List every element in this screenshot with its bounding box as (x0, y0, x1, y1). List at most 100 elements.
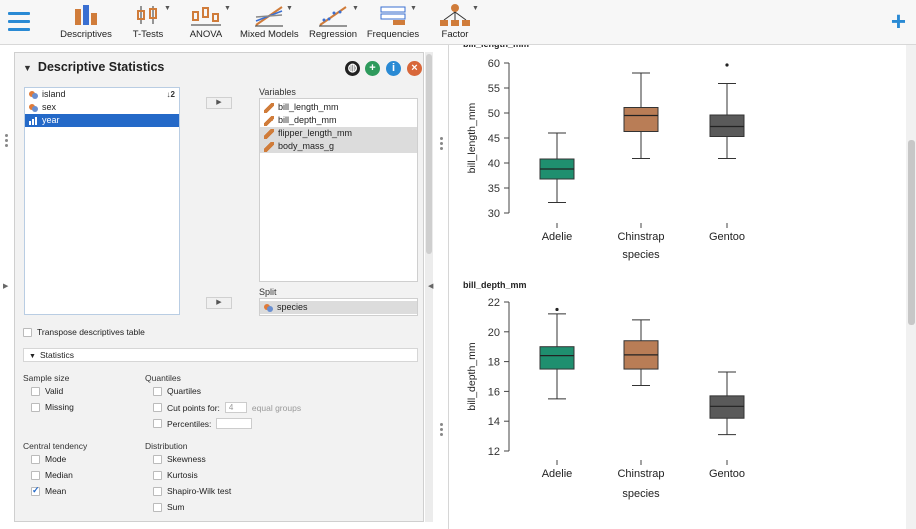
x-axis-label: species (622, 249, 660, 261)
descriptives-button[interactable]: Descriptives (60, 3, 112, 43)
sort-icon[interactable]: ↓2 (167, 90, 175, 99)
list-item-bill-depth[interactable]: bill_depth_mm (260, 114, 417, 127)
close-analysis-icon[interactable]: × (407, 61, 422, 76)
ttests-icon (137, 6, 157, 24)
list-item-flipper-length[interactable]: flipper_length_mm (260, 127, 417, 140)
valid-checkbox[interactable] (31, 386, 40, 396)
factor-button[interactable]: ▼ Factor (436, 3, 479, 43)
list-item-year[interactable]: year (25, 114, 179, 127)
x-tick-label: Adelie (542, 231, 573, 243)
collapse-icon[interactable]: ▼ (23, 63, 32, 73)
list-item-island[interactable]: island (25, 88, 179, 101)
median-checkbox[interactable] (31, 470, 40, 480)
shapiro-option[interactable]: Shapiro-Wilk test (153, 486, 231, 496)
splitter-grip-bottom[interactable] (440, 423, 444, 438)
list-item-sex[interactable]: sex (25, 101, 179, 114)
variable-name: species (277, 302, 308, 312)
percentiles-input[interactable] (216, 418, 253, 429)
variable-name: bill_depth_mm (278, 115, 337, 125)
mean-option[interactable]: Mean (31, 485, 67, 496)
app-window: Descriptives ▼ T-Tests ▼ ANOVA ▼ Mixed M… (0, 0, 916, 529)
section-collapse-icon: ▼ (29, 353, 36, 360)
variable-name: sex (42, 102, 57, 112)
percentiles-checkbox[interactable] (153, 419, 162, 428)
results-scroll-thumb[interactable] (908, 140, 915, 325)
quartiles-label: Quartiles (167, 386, 202, 396)
factor-icon (440, 4, 470, 26)
percentiles-option[interactable]: Percentiles: (153, 418, 253, 429)
variable-name: island (42, 89, 66, 99)
mixed-models-caret-icon: ▼ (286, 5, 293, 12)
mean-label: Mean (45, 486, 67, 496)
statistics-section-header[interactable]: ▼ Statistics (23, 348, 418, 362)
options-scroll-thumb[interactable] (426, 54, 432, 254)
move-to-split-button[interactable]: ▶ (206, 297, 232, 309)
cut-points-input[interactable]: 4 (224, 402, 247, 413)
ribbon-toolbar: Descriptives ▼ T-Tests ▼ ANOVA ▼ Mixed M… (0, 0, 916, 45)
mode-option[interactable]: Mode (31, 454, 66, 464)
add-module-button[interactable]: + (891, 8, 906, 34)
sample-size-heading: Sample size (23, 373, 70, 383)
box-gentoo (709, 395, 745, 419)
sum-option[interactable]: Sum (153, 502, 184, 512)
anova-icon (191, 7, 221, 26)
quartiles-checkbox[interactable] (153, 386, 162, 396)
y-tick-label: 55 (488, 83, 500, 95)
skewness-option[interactable]: Skewness (153, 454, 206, 464)
y-tick-label: 22 (488, 297, 500, 309)
skewness-checkbox[interactable] (153, 454, 162, 464)
available-variables-list[interactable]: island sex year ↓2 (24, 87, 180, 315)
frequencies-caret-icon: ▼ (410, 5, 417, 12)
x-tick-label: Gentoo (709, 468, 745, 480)
cut-points-option[interactable]: Cut points for: 4 equal groups (153, 402, 301, 413)
split-list[interactable]: species (259, 298, 418, 316)
sum-checkbox[interactable] (153, 502, 162, 512)
anova-button[interactable]: ▼ ANOVA (188, 3, 231, 43)
nominal-icon (29, 90, 38, 99)
list-item-bill-length[interactable]: bill_length_mm (260, 101, 417, 114)
regression-button[interactable]: ▼ Regression (308, 3, 359, 43)
info-icon[interactable]: i (386, 61, 401, 76)
list-item-body-mass[interactable]: body_mass_g (260, 140, 417, 153)
collapse-splitter-icon[interactable]: ◀ (428, 282, 433, 290)
transpose-option[interactable]: Transpose descriptives table (23, 327, 145, 337)
left-edge-grip[interactable] (5, 134, 9, 149)
expand-left-icon[interactable]: ▶ (3, 282, 8, 290)
cut-points-label: Cut points for: (167, 402, 220, 413)
descriptives-label: Descriptives (60, 29, 112, 40)
splitter-grip-top[interactable] (440, 137, 444, 152)
scale-icon (264, 141, 274, 152)
shapiro-label: Shapiro-Wilk test (167, 486, 232, 496)
duplicate-icon[interactable]: ◍ (345, 61, 360, 76)
nominal-icon (29, 103, 38, 112)
kurtosis-checkbox[interactable] (153, 470, 162, 480)
mixed-models-label: Mixed Models (240, 29, 299, 40)
mean-checkbox[interactable] (31, 485, 40, 496)
kurtosis-option[interactable]: Kurtosis (153, 470, 198, 480)
shapiro-checkbox[interactable] (153, 486, 162, 496)
mixed-models-button[interactable]: ▼ Mixed Models (240, 3, 299, 43)
menu-icon[interactable] (8, 12, 30, 32)
variables-list[interactable]: bill_length_mm bill_depth_mm flipper_len… (259, 98, 418, 282)
y-tick-label: 60 (488, 58, 500, 70)
list-item-species[interactable]: species (260, 301, 417, 314)
median-option[interactable]: Median (31, 470, 73, 480)
valid-option[interactable]: Valid (31, 386, 63, 396)
x-tick-label: Chinstrap (617, 468, 664, 480)
results-scrollbar[interactable] (906, 45, 916, 529)
frequencies-button[interactable]: ▼ Frequencies (366, 3, 420, 43)
missing-option[interactable]: Missing (31, 402, 74, 412)
kurtosis-label: Kurtosis (167, 470, 198, 480)
mode-checkbox[interactable] (31, 454, 40, 464)
move-to-variables-button[interactable]: ▶ (206, 97, 232, 109)
transpose-checkbox[interactable] (23, 327, 32, 337)
panel-header[interactable]: ▼ Descriptive Statistics (23, 60, 164, 74)
quartiles-option[interactable]: Quartiles (153, 386, 201, 396)
missing-checkbox[interactable] (31, 402, 40, 412)
outlier-point (555, 307, 559, 312)
cut-points-checkbox[interactable] (153, 403, 162, 412)
add-analysis-icon[interactable]: + (365, 61, 380, 76)
frequencies-label: Frequencies (366, 29, 420, 40)
ttests-caret-icon: ▼ (164, 5, 171, 12)
ttests-button[interactable]: ▼ T-Tests (130, 3, 171, 43)
